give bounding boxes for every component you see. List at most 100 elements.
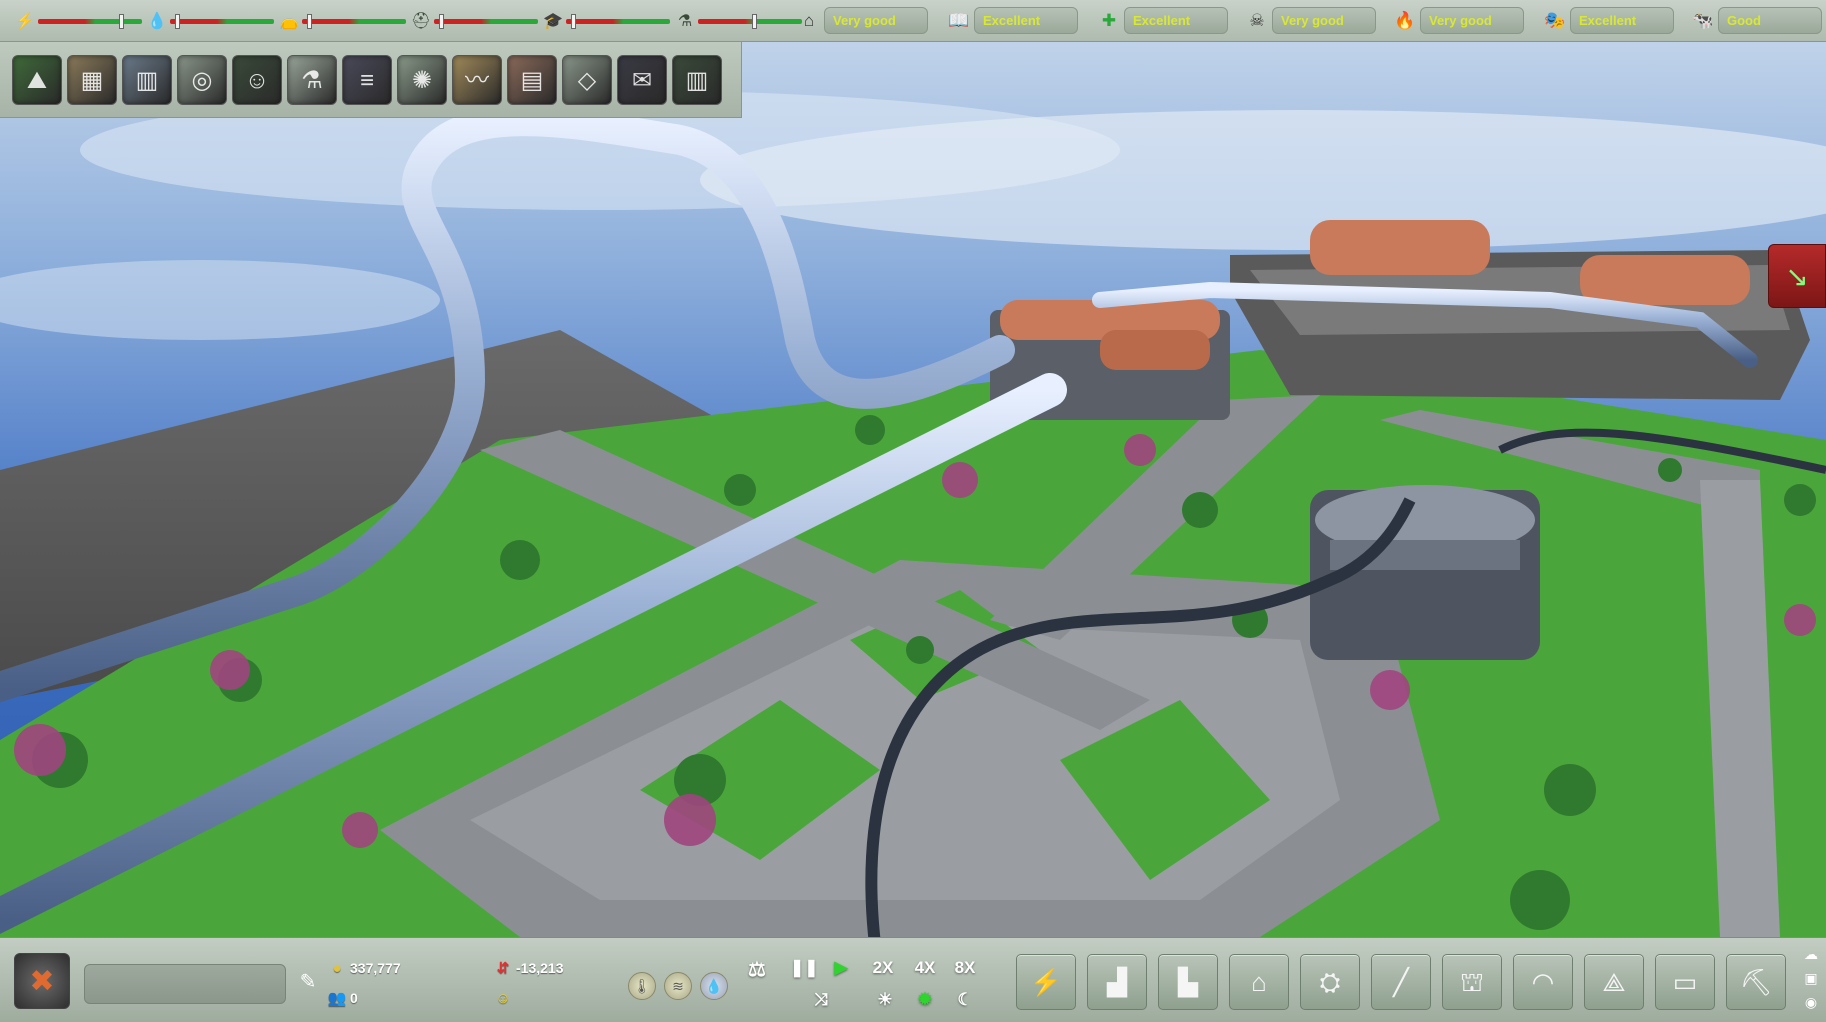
build-industry-button[interactable]: ▙: [1158, 954, 1218, 1010]
build-dome-button[interactable]: ◠: [1513, 954, 1573, 1010]
weather-icon[interactable]: ☁: [1800, 944, 1822, 964]
moon-icon[interactable]: ☾: [952, 988, 978, 1012]
pause-button[interactable]: ❚❚: [790, 956, 819, 980]
income-value: -13,213: [516, 960, 564, 976]
eye-icon[interactable]: ◉: [1800, 992, 1822, 1012]
services-icon: ⌂: [1251, 967, 1267, 997]
workers-slider-knob[interactable]: [438, 14, 444, 29]
factory-icon: ⛭: [1319, 967, 1341, 997]
mail-tool[interactable]: ✉: [617, 55, 667, 105]
statistics-tool[interactable]: ▥: [122, 55, 172, 105]
speed-2x-button[interactable]: 2X: [868, 956, 898, 980]
library-tool[interactable]: ▥: [672, 55, 722, 105]
laboratory-tool[interactable]: ⚗: [287, 55, 337, 105]
advisor-tool[interactable]: ◎: [177, 55, 227, 105]
build-tower-button[interactable]: ⟁: [1584, 954, 1644, 1010]
speed-4x-button[interactable]: 4X: [910, 956, 940, 980]
main-menu-button[interactable]: ✖: [14, 953, 70, 1009]
build-energy-button[interactable]: ⚡: [1016, 954, 1076, 1010]
transport-tool[interactable]: ≡: [342, 55, 392, 105]
map-tool[interactable]: ◇: [562, 55, 612, 105]
residential-icon: ▟: [1107, 967, 1127, 997]
fire-icon: 🔥: [1394, 11, 1416, 30]
education-slider[interactable]: 🎓: [542, 6, 672, 36]
power-slider[interactable]: ⚡: [14, 6, 144, 36]
cross-icon: ✚: [1101, 11, 1117, 30]
power-slider-knob[interactable]: [119, 14, 125, 29]
workers-slider[interactable]: ⛑: [410, 6, 540, 36]
graph-tool[interactable]: 〰: [452, 55, 502, 105]
drop-icon[interactable]: 💧: [700, 972, 728, 1000]
build-storage-button[interactable]: ▭: [1655, 954, 1715, 1010]
city-stats-icon: ▥: [135, 67, 159, 94]
research-slider-knob[interactable]: [752, 14, 758, 29]
tower-icon: ⟁: [1602, 967, 1626, 997]
energy-tool[interactable]: ✺: [397, 55, 447, 105]
documents-tool[interactable]: ▤: [507, 55, 557, 105]
books-icon: ▥: [685, 67, 709, 94]
environment-rating-value: Good: [1718, 7, 1822, 34]
government-icon: ⛫: [1460, 967, 1484, 997]
shuffle-icon[interactable]: ⤨: [808, 988, 834, 1012]
resources-tool[interactable]: ▦: [67, 55, 117, 105]
housing-rating-value: Very good: [824, 7, 928, 34]
income-display: ⇵ -13,213: [490, 957, 564, 979]
balance-scale-icon[interactable]: ⚖: [742, 958, 772, 982]
sunrise-icon[interactable]: ☀: [872, 988, 898, 1012]
thermometer-icon[interactable]: 🌡: [628, 972, 656, 1000]
build-services-button[interactable]: ⌂: [1229, 954, 1289, 1010]
build-government-button[interactable]: ⛫: [1442, 954, 1502, 1010]
waste-slider[interactable]: 👝: [278, 6, 408, 36]
speed-8x-button[interactable]: 8X: [950, 956, 980, 980]
tools-toolbar: ⛰ ▦ ▥ ◎ ☺ ⚗ ≡ ✺ 〰 ▤ ◇ ✉ ▥: [0, 42, 742, 118]
population-display: 👥 0: [324, 987, 358, 1009]
economy-alert-button[interactable]: ↘: [1768, 244, 1826, 308]
bottom-bar: ✖ ✎ ● 337,777 👥 0 ⇵ -13,213 ☺ 🌡 ≋ 💧 ⚖ ❚❚ ▶ …: [0, 937, 1826, 1022]
dome-icon: ◠: [1531, 967, 1555, 997]
people-icon: 👥: [327, 990, 347, 1007]
water-drop-icon: 💧: [147, 13, 167, 30]
health-rating-value: Excellent: [1124, 7, 1228, 34]
game-viewport[interactable]: [0, 0, 1826, 1022]
camera-icon[interactable]: ▣: [1800, 968, 1822, 988]
money-display: ● 337,777: [324, 957, 401, 979]
smiley-icon: ☺: [495, 990, 511, 1007]
trend-down-icon: ↘: [1785, 261, 1809, 292]
tools-crossed-icon: ✖: [29, 965, 55, 998]
flask-icon: ⚗: [301, 67, 323, 94]
sun-icon[interactable]: ✹: [912, 988, 938, 1012]
build-factory-button[interactable]: ⛭: [1300, 954, 1360, 1010]
cow-icon: 🐄: [1692, 11, 1714, 30]
money-value: 337,777: [350, 960, 401, 976]
scroll-icon: ▤: [520, 67, 544, 94]
water-slider-knob[interactable]: [174, 14, 180, 29]
skull-icon: ☠: [1249, 11, 1265, 30]
road-icon: ╱: [1393, 967, 1409, 997]
waste-slider-knob[interactable]: [306, 14, 312, 29]
crime-rating-value: Very good: [1272, 7, 1376, 34]
energy-icon: ✺: [411, 67, 433, 94]
wind-icon[interactable]: ≋: [664, 972, 692, 1000]
graph-icon: 〰: [465, 67, 489, 94]
map-icon: ◇: [577, 67, 597, 94]
city-name-field[interactable]: [84, 964, 286, 1004]
population-tool[interactable]: ☺: [232, 55, 282, 105]
play-button[interactable]: ▶: [828, 956, 854, 980]
terrain-icon: ⛰: [26, 67, 48, 94]
build-demolish-button[interactable]: ⛏: [1726, 954, 1786, 1010]
income-arrows-icon: ⇵: [496, 960, 510, 977]
storage-icon: ▭: [1672, 967, 1698, 997]
build-roads-button[interactable]: ╱: [1371, 954, 1431, 1010]
research-slider[interactable]: ⚗: [674, 6, 804, 36]
masks-icon: 🎭: [1544, 11, 1566, 30]
envelope-icon: ✉: [631, 67, 653, 94]
happiness-display: ☺: [490, 987, 516, 1009]
house-icon: ⌂: [803, 11, 815, 30]
transport-icon: ≡: [359, 67, 374, 94]
build-residential-button[interactable]: ▟: [1087, 954, 1147, 1010]
terrain-tool[interactable]: ⛰: [12, 55, 62, 105]
water-slider[interactable]: 💧: [146, 6, 276, 36]
pencil-icon[interactable]: ✎: [296, 970, 320, 994]
education-slider-knob[interactable]: [570, 14, 576, 29]
fire-rating-value: Very good: [1420, 7, 1524, 34]
